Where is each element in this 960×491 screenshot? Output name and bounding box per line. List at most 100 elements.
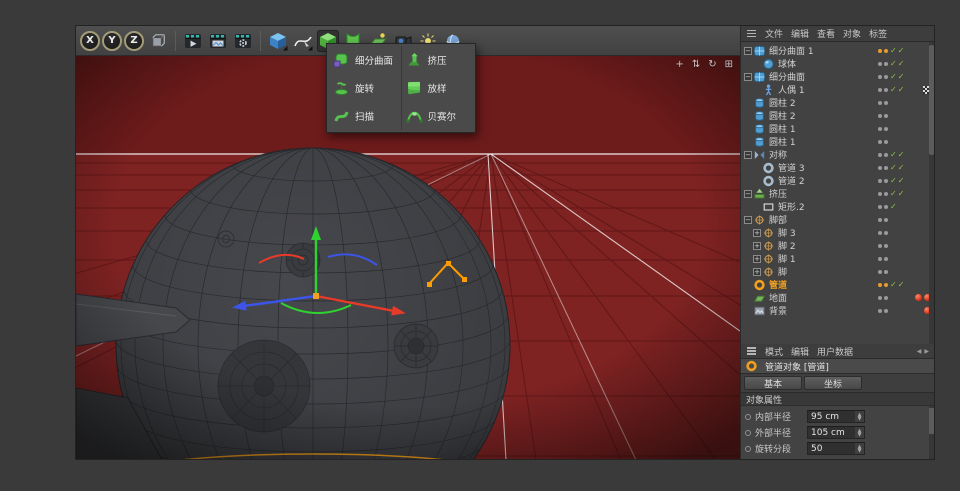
tree-row[interactable]: 管道✓✓ xyxy=(741,278,934,291)
render-view-icon[interactable] xyxy=(182,30,204,52)
tree-row[interactable]: +脚 3 xyxy=(741,226,934,239)
expander-icon[interactable]: + xyxy=(753,229,761,237)
tab-basic[interactable]: 基本 xyxy=(744,376,802,390)
visibility-dot[interactable] xyxy=(884,88,888,92)
tree-row[interactable]: 圆柱 2 xyxy=(741,96,934,109)
expander-icon[interactable]: − xyxy=(744,151,752,159)
visibility-dot[interactable] xyxy=(878,244,882,248)
visibility-dots[interactable] xyxy=(875,179,890,183)
menu-item-lathe[interactable]: 旋转 xyxy=(329,74,401,102)
om-menu-item[interactable]: 标签 xyxy=(869,27,887,40)
visibility-dot[interactable] xyxy=(884,257,888,261)
visibility-dot[interactable] xyxy=(878,192,882,196)
visibility-dot[interactable] xyxy=(884,49,888,53)
tree-row[interactable]: 矩形.2✓ xyxy=(741,200,934,213)
tree-row[interactable]: −脚部 xyxy=(741,213,934,226)
visibility-dots[interactable] xyxy=(875,153,890,157)
history-forward-icon[interactable]: ▶ xyxy=(924,348,929,355)
visibility-dot[interactable] xyxy=(884,270,888,274)
enable-checks[interactable]: ✓✓ xyxy=(890,60,909,68)
visibility-dots[interactable] xyxy=(875,88,890,92)
menu-item-loft[interactable]: 放样 xyxy=(402,74,474,102)
visibility-dot[interactable] xyxy=(884,179,888,183)
visibility-dot[interactable] xyxy=(884,127,888,131)
visibility-dot[interactable] xyxy=(884,75,888,79)
visibility-dots[interactable] xyxy=(875,244,890,248)
visibility-dot[interactable] xyxy=(878,166,882,170)
field-value-input[interactable]: 105 cm▲▼ xyxy=(807,426,865,439)
menu-item-extrude[interactable]: 挤压 xyxy=(402,46,474,74)
visibility-dot[interactable] xyxy=(884,140,888,144)
om-menu-item[interactable]: 对象 xyxy=(843,27,861,40)
tree-row[interactable]: 圆柱 1 xyxy=(741,122,934,135)
om-menu-item[interactable]: 编辑 xyxy=(791,27,809,40)
tree-row[interactable]: 人偶 1✓✓ xyxy=(741,83,934,96)
enable-checks[interactable]: ✓✓ xyxy=(890,151,909,159)
visibility-dots[interactable] xyxy=(875,270,890,274)
tree-row[interactable]: +脚 xyxy=(741,265,934,278)
om-scroll-thumb[interactable] xyxy=(929,45,934,155)
om-scrollbar[interactable] xyxy=(929,42,934,344)
tree-row[interactable]: −挤压✓✓ xyxy=(741,187,934,200)
tree-row[interactable]: −细分曲面 1✓✓ xyxy=(741,44,934,57)
spline-pen-icon[interactable] xyxy=(292,30,314,52)
visibility-dot[interactable] xyxy=(884,166,888,170)
visibility-dot[interactable] xyxy=(884,114,888,118)
enable-checks[interactable]: ✓✓ xyxy=(890,47,909,55)
visibility-dot[interactable] xyxy=(878,101,882,105)
expander-icon[interactable]: − xyxy=(744,47,752,55)
visibility-dot[interactable] xyxy=(878,309,882,313)
visibility-dot[interactable] xyxy=(884,101,888,105)
visibility-dot[interactable] xyxy=(878,62,882,66)
spinner-icon[interactable]: ▲▼ xyxy=(855,427,864,438)
keyframe-circle-icon[interactable] xyxy=(745,414,751,420)
menu-item-sweep[interactable]: 扫描 xyxy=(329,102,401,130)
rotate-icon[interactable]: ↻ xyxy=(708,59,716,70)
visibility-dot[interactable] xyxy=(878,179,882,183)
visibility-dots[interactable] xyxy=(875,140,890,144)
visibility-dots[interactable] xyxy=(875,296,890,300)
enable-checks[interactable]: ✓✓ xyxy=(890,281,909,289)
attr-menu-item[interactable]: 模式 xyxy=(765,345,783,358)
visibility-dots[interactable] xyxy=(875,283,890,287)
visibility-dot[interactable] xyxy=(884,62,888,66)
tree-row[interactable]: +脚 1 xyxy=(741,252,934,265)
visibility-dot[interactable] xyxy=(878,205,882,209)
visibility-dots[interactable] xyxy=(875,309,890,313)
tree-row[interactable]: 管道 2✓✓ xyxy=(741,174,934,187)
expander-icon[interactable]: + xyxy=(753,268,761,276)
visibility-dot[interactable] xyxy=(884,283,888,287)
visibility-dots[interactable] xyxy=(875,205,890,209)
enable-checks[interactable]: ✓✓ xyxy=(890,190,909,198)
visibility-dot[interactable] xyxy=(884,244,888,248)
enable-checks[interactable]: ✓✓ xyxy=(890,177,909,185)
gizmo-origin-handle[interactable] xyxy=(313,293,319,299)
visibility-dots[interactable] xyxy=(875,218,890,222)
field-value-input[interactable]: 95 cm▲▼ xyxy=(807,410,865,423)
axis-button-x[interactable]: X xyxy=(80,31,100,51)
visibility-dot[interactable] xyxy=(878,140,882,144)
expander-icon[interactable]: + xyxy=(753,255,761,263)
visibility-dot[interactable] xyxy=(878,114,882,118)
visibility-dots[interactable] xyxy=(875,166,890,170)
tree-row[interactable]: 球体✓✓ xyxy=(741,57,934,70)
enable-checks[interactable]: ✓ xyxy=(890,203,909,211)
visibility-dots[interactable] xyxy=(875,114,890,118)
history-arrows[interactable]: ◀▶ xyxy=(917,348,929,355)
visibility-dots[interactable] xyxy=(875,257,890,261)
visibility-dot[interactable] xyxy=(884,192,888,196)
visibility-dot[interactable] xyxy=(878,49,882,53)
om-menu-item[interactable]: 文件 xyxy=(765,27,783,40)
tab-coordinates[interactable]: 坐标 xyxy=(804,376,862,390)
expander-icon[interactable]: − xyxy=(744,190,752,198)
tree-row[interactable]: 管道 3✓✓ xyxy=(741,161,934,174)
panel-menu-icon[interactable] xyxy=(747,350,756,352)
attr-menu-item[interactable]: 编辑 xyxy=(791,345,809,358)
tree-row[interactable]: 背景 xyxy=(741,304,934,317)
expander-icon[interactable]: + xyxy=(753,242,761,250)
tree-row[interactable]: 地面 xyxy=(741,291,934,304)
enable-checks[interactable]: ✓✓ xyxy=(890,73,909,81)
attr-menu-item[interactable]: 用户数据 xyxy=(817,345,853,358)
menu-item-subdivision-surface[interactable]: 细分曲面 xyxy=(329,46,401,74)
visibility-dots[interactable] xyxy=(875,192,890,196)
